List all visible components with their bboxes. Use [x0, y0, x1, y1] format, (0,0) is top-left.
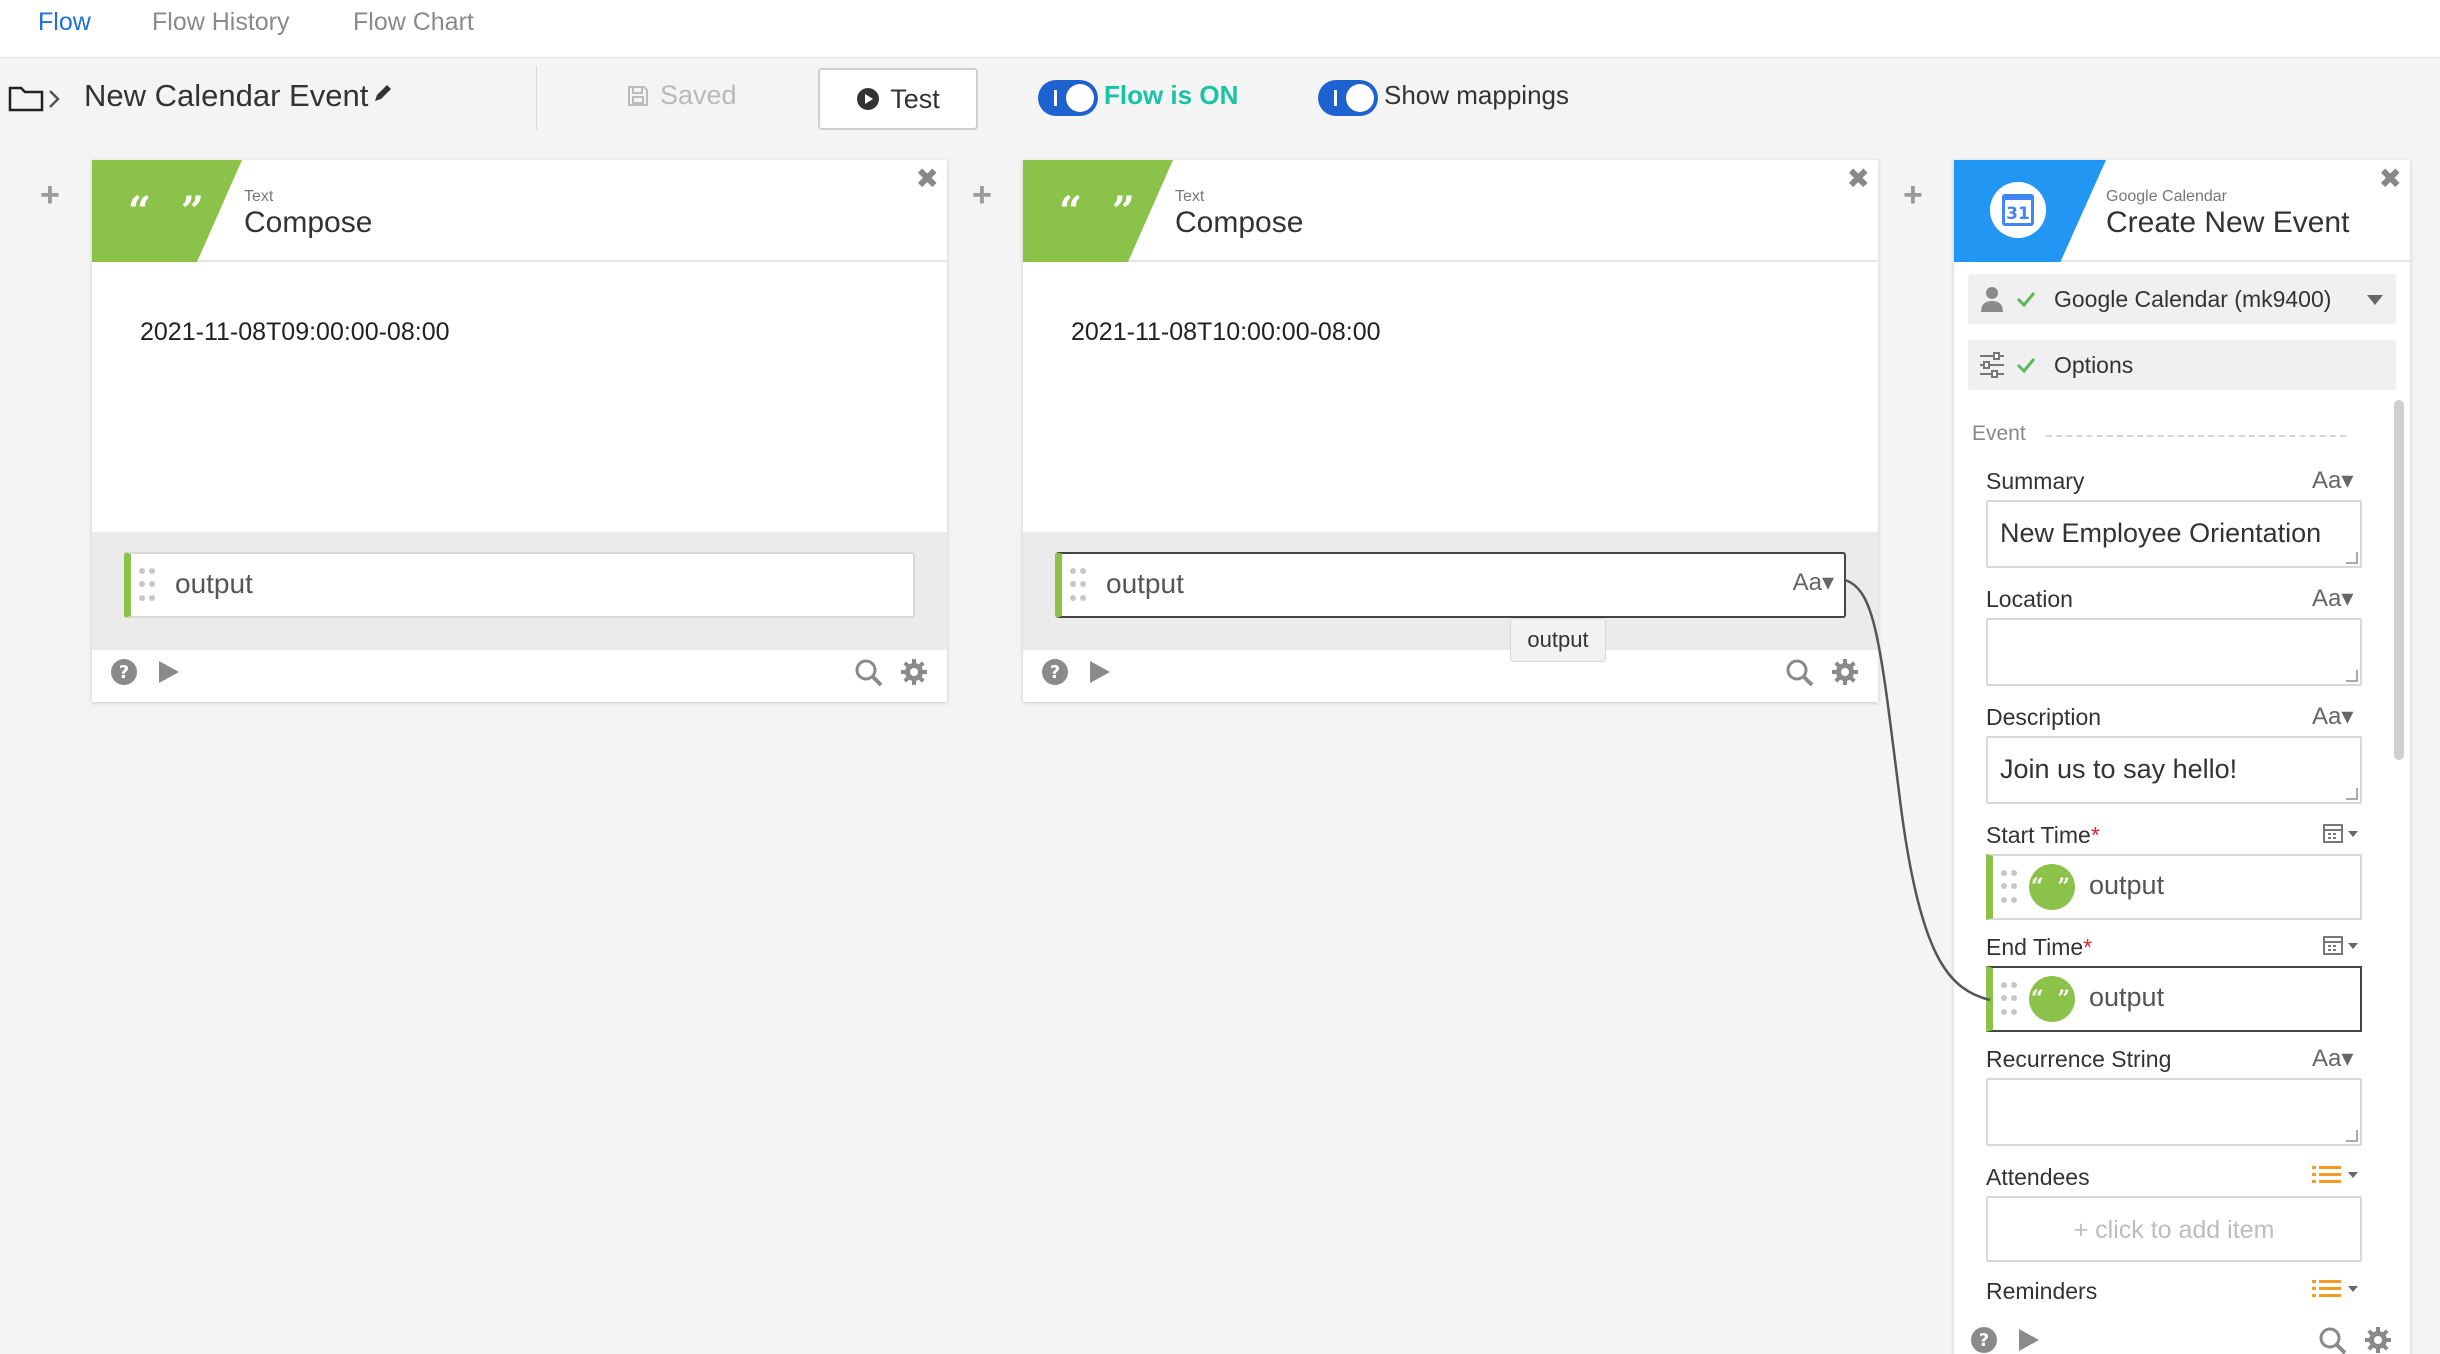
mapping-connector-layer — [1844, 578, 1991, 1002]
mapping-connector-line — [1844, 578, 1991, 1002]
